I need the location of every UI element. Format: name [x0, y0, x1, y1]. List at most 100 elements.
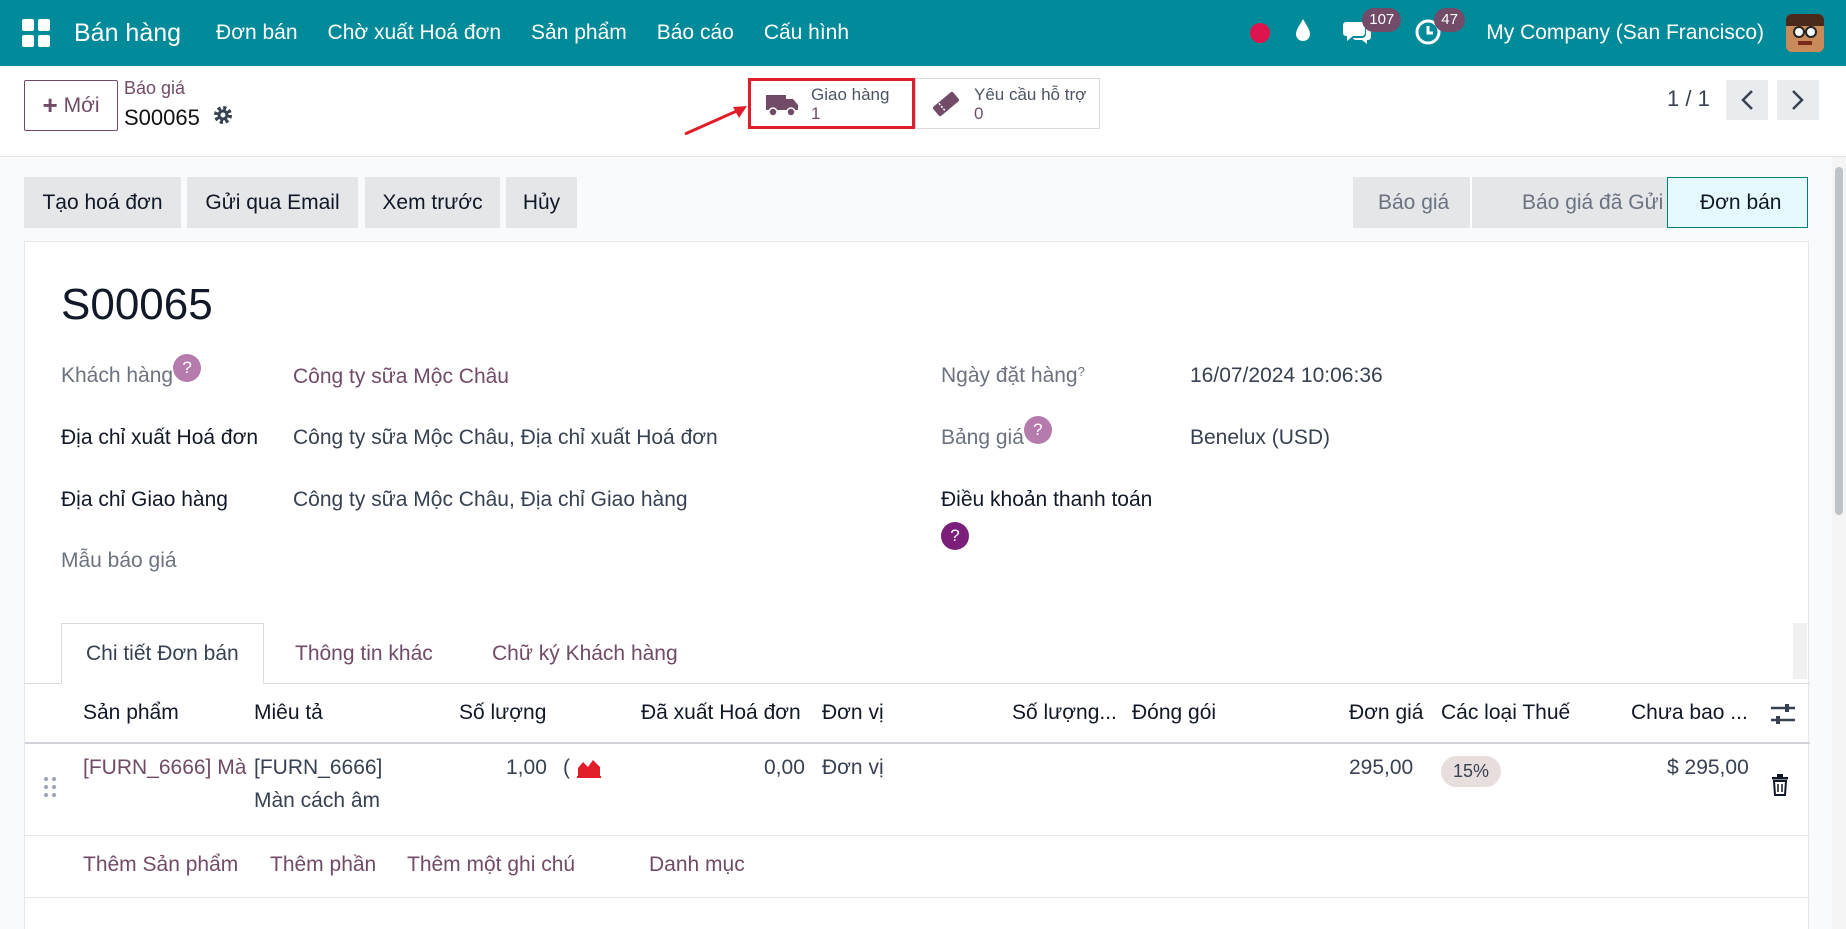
chevron-right-icon: [1792, 90, 1804, 110]
col-uom[interactable]: Đơn vị: [822, 701, 884, 725]
customer-label: Khách hàng?: [61, 354, 202, 392]
trash-icon[interactable]: [1771, 774, 1789, 802]
col-description[interactable]: Miêu tả: [254, 701, 323, 725]
line-uom[interactable]: Đơn vị: [822, 756, 884, 780]
col-packaging-qty[interactable]: Số lượng...: [1012, 701, 1117, 725]
messages-button[interactable]: 107: [1342, 8, 1402, 48]
forecast-chart-icon[interactable]: [577, 758, 601, 784]
status-bar: Báo giá Báo giá đã Gửi Đơn bán: [1353, 177, 1808, 228]
line-product[interactable]: [FURN_6666] Mà: [83, 756, 247, 780]
menu-don-ban[interactable]: Đơn bán: [216, 21, 298, 45]
delivery-count: 1: [811, 103, 821, 123]
messages-count-badge: 107: [1362, 8, 1402, 32]
catalog-link[interactable]: Danh mục: [649, 853, 745, 877]
line-description-2[interactable]: Màn cách âm: [254, 789, 380, 813]
add-line-links: Thêm Sản phẩm Thêm phần Thêm một ghi chú…: [25, 836, 1810, 898]
pricelist-help-icon[interactable]: ?: [1023, 416, 1052, 444]
col-invoiced[interactable]: Đã xuất Hoá đơn: [641, 701, 801, 725]
order-date-label: Ngày đặt hàng?: [941, 364, 1085, 388]
customer-field[interactable]: Công ty sữa Mộc Châu: [293, 365, 509, 389]
col-taxes[interactable]: Các loại Thuế: [1441, 701, 1570, 725]
annotation-arrow-icon: [684, 106, 747, 136]
activities-button[interactable]: 47: [1414, 8, 1465, 48]
col-subtotal[interactable]: Chưa bao ...: [1631, 701, 1748, 725]
preview-button[interactable]: Xem trước: [365, 177, 500, 228]
customer-label-text: Khách hàng: [61, 364, 174, 387]
line-tax-badge[interactable]: 15%: [1441, 756, 1502, 787]
tab-other-info[interactable]: Thông tin khác: [271, 623, 457, 684]
pager-value[interactable]: 1 / 1: [1667, 86, 1710, 112]
control-panel: + Mới Báo giá S00065 Giao hàng 1 Yêu cầu…: [0, 66, 1846, 157]
menu-cho-xuat-hoa-don[interactable]: Chờ xuất Hoá đơn: [328, 21, 501, 45]
col-unit-price[interactable]: Đơn giá: [1349, 701, 1423, 725]
breadcrumb-parent[interactable]: Báo giá: [124, 78, 185, 99]
order-date-field[interactable]: 16/07/2024 10:06:36: [1190, 364, 1383, 388]
new-button[interactable]: + Mới: [24, 80, 118, 131]
pager-next-button[interactable]: [1777, 80, 1819, 120]
ticket-smart-button[interactable]: Yêu cầu hỗ trợ 0: [915, 78, 1100, 129]
ticket-label: Yêu cầu hỗ trợ: [974, 84, 1087, 104]
page-scrollbar-thumb[interactable]: [1835, 167, 1843, 515]
add-section-link[interactable]: Thêm phần: [270, 853, 376, 877]
activities-count-badge: 47: [1434, 8, 1465, 32]
breadcrumb-current: S00065: [124, 104, 234, 132]
send-email-button[interactable]: Gửi qua Email: [187, 177, 358, 228]
line-quantity[interactable]: 1,00: [506, 756, 547, 780]
delivery-label: Giao hàng: [811, 84, 890, 104]
company-switcher[interactable]: My Company (San Francisco): [1486, 21, 1764, 45]
order-date-label-text: Ngày đặt hàng: [941, 364, 1078, 387]
stage-sales-order[interactable]: Đơn bán: [1667, 177, 1808, 228]
ticket-count: 0: [974, 103, 984, 123]
optional-columns-icon[interactable]: [1770, 702, 1796, 732]
record-dot-icon[interactable]: [1250, 23, 1271, 43]
delivery-address-label: Địa chỉ Giao hàng: [61, 488, 228, 511]
tab-order-lines[interactable]: Chi tiết Đơn bán: [61, 623, 264, 684]
order-title: S00065: [61, 280, 213, 329]
user-avatar[interactable]: [1786, 14, 1824, 52]
tab-customer-signature[interactable]: Chữ ký Khách hàng: [468, 623, 702, 684]
apps-menu-icon[interactable]: [22, 19, 50, 47]
pricelist-field[interactable]: Benelux (USD): [1190, 426, 1330, 450]
menu-cau-hinh[interactable]: Cấu hình: [764, 21, 849, 45]
plus-icon: +: [42, 90, 58, 120]
col-quantity[interactable]: Số lượng: [459, 701, 546, 725]
quotation-template-label: Mẫu báo giá: [61, 549, 177, 572]
ticket-icon: [933, 91, 959, 116]
col-packaging[interactable]: Đóng gói: [1132, 701, 1216, 725]
menu-san-pham[interactable]: Sản phẩm: [531, 21, 627, 45]
cancel-button[interactable]: Hủy: [506, 177, 577, 228]
app-brand[interactable]: Bán hàng: [74, 19, 181, 48]
line-invoiced: 0,00: [764, 756, 805, 779]
line-subtotal: $ 295,00: [1667, 756, 1749, 779]
gear-icon[interactable]: [212, 104, 234, 132]
stage-quotation-sent[interactable]: Báo giá đã Gửi: [1470, 177, 1667, 228]
order-lines-header: Sản phẩm Miêu tả Số lượng Đã xuất Hoá đơ…: [25, 684, 1810, 744]
line-unit-price[interactable]: 295,00: [1349, 756, 1413, 780]
delivery-smart-button[interactable]: Giao hàng 1: [748, 78, 915, 129]
drag-handle-icon[interactable]: [43, 776, 57, 804]
tabs-scrollbar[interactable]: [1793, 623, 1807, 679]
payment-terms-help-icon[interactable]: ?: [941, 522, 969, 550]
new-button-label: Mới: [63, 93, 100, 117]
add-product-link[interactable]: Thêm Sản phẩm: [83, 853, 238, 877]
stage-quotation[interactable]: Báo giá: [1353, 177, 1470, 228]
form-sheet: S00065 Khách hàng? Công ty sữa Mộc Châu …: [24, 241, 1810, 929]
water-drop-icon[interactable]: [1294, 18, 1312, 48]
invoice-address-field[interactable]: Công ty sữa Mộc Châu, Địa chỉ xuất Hoá đ…: [293, 426, 718, 450]
line-quantity-suffix: (: [563, 756, 570, 779]
top-navbar: Bán hàng Đơn bán Chờ xuất Hoá đơn Sản ph…: [0, 0, 1846, 66]
pager-previous-button[interactable]: [1726, 80, 1768, 120]
order-date-help-icon[interactable]: ?: [1078, 364, 1085, 379]
col-product[interactable]: Sản phẩm: [83, 701, 179, 725]
delivery-address-field[interactable]: Công ty sữa Mộc Châu, Địa chỉ Giao hàng: [293, 488, 688, 512]
line-description-1[interactable]: [FURN_6666]: [254, 756, 382, 780]
pricelist-label-text: Bảng giá: [941, 426, 1024, 449]
customer-help-icon[interactable]: ?: [173, 354, 202, 382]
table-row[interactable]: [FURN_6666] Mà [FURN_6666] Màn cách âm 1…: [25, 744, 1810, 836]
chevron-left-icon: [1741, 90, 1753, 110]
create-invoice-button[interactable]: Tạo hoá đơn: [24, 177, 181, 228]
notebook-tabs: Chi tiết Đơn bán Thông tin khác Chữ ký K…: [25, 623, 1810, 684]
add-note-link[interactable]: Thêm một ghi chú: [407, 853, 575, 877]
page-scrollbar[interactable]: [1832, 157, 1846, 929]
menu-bao-cao[interactable]: Báo cáo: [657, 21, 734, 45]
